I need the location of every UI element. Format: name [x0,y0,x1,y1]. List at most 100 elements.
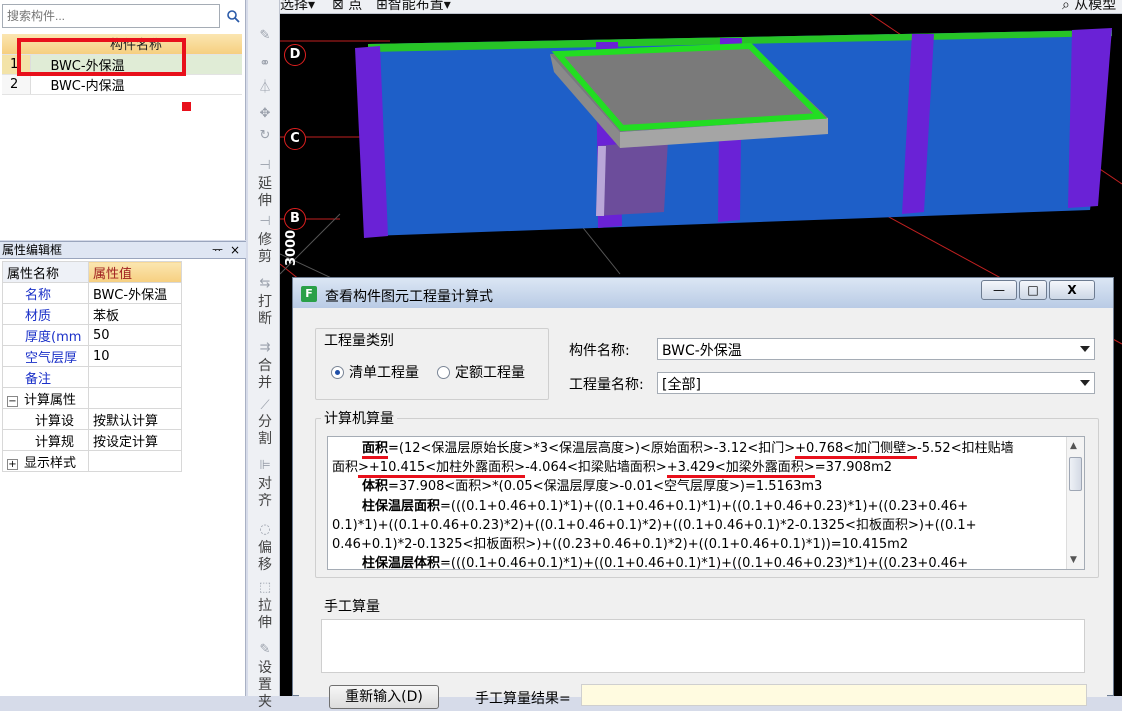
table-row[interactable]: 2 BWC-内保温 [2,74,242,95]
chevron-down-icon [1080,380,1090,386]
scroll-down-icon[interactable]: ▼ [1070,555,1077,565]
property-key: 名称 [2,282,89,304]
search-icon [227,10,240,23]
dialog-title: 查看构件图元工程量计算式 [325,289,493,305]
trim-button[interactable]: 修剪 [252,232,278,266]
formula-text: 面积=(12<保温层原始长度>*3<保温层高度>)<原始面积>-3.12<扣门>… [332,441,1014,570]
property-key: 备注 [2,366,89,388]
property-row[interactable]: 空气层厚 10 [2,345,182,367]
trim-icon: ⊣ [259,214,271,229]
property-row[interactable]: 备注 [2,366,182,388]
component-name-cell[interactable]: BWC-内保温 [30,74,242,95]
align-icon: ⊫ [259,458,271,473]
group-label: 显示样式 [24,455,77,471]
move-icon[interactable]: ✥ [252,106,278,121]
offset-icon: ◌ [259,522,271,537]
close-icon[interactable]: × [230,242,240,258]
property-name-header: 属性名称 [2,261,89,283]
manual-result-field[interactable] [581,684,1087,706]
component-search-input[interactable] [2,4,220,28]
property-row[interactable]: 材质 苯板 [2,303,182,325]
quantity-formula-dialog: F 查看构件图元工程量计算式 — □ X 工程量类别 清单工程量 定额工程量 构… [292,277,1114,709]
property-value[interactable]: 按设定计算 [88,429,182,451]
collapse-icon[interactable]: − [7,395,18,407]
reinput-button[interactable]: 重新输入(D) [329,685,439,709]
radio-unselected-icon [437,365,450,379]
expand-icon[interactable]: + [7,458,18,470]
property-value[interactable]: 按默认计算 [88,408,182,430]
property-row[interactable]: 计算规 按设定计算 [2,429,182,451]
edit-toolbar: ✎ ⚭ ⏃ ✥ ↻ ⊣ 延伸 ⊣ 修剪 ⇆ 打断 ⇉ 合并 ⟋ 分割 ⊫ 对齐 … [248,0,280,710]
component-name-label: 构件名称: [569,343,630,359]
scroll-up-icon[interactable]: ▲ [1070,441,1077,451]
vertical-scrollbar[interactable]: ▲ ▼ [1066,437,1084,569]
settings-button[interactable]: 设置夹 [252,660,278,711]
top-toolbar: 选择▾ ⊠ 点 ⊞智能布置▾ ⌕ 从模型 [280,0,1122,14]
red-highlight-box [17,38,186,76]
smart-layout-button[interactable]: ⊞智能布置▾ [376,0,451,13]
property-value[interactable]: 10 [88,345,182,367]
manual-formula-input[interactable] [321,619,1085,673]
property-key: 材质 [2,303,89,325]
axis-marker-d: D [284,44,306,66]
offset-button[interactable]: 偏移 [252,540,278,574]
settings-icon: ✎ [259,642,271,657]
property-value[interactable]: 苯板 [88,303,182,325]
break-icon: ⇆ [259,276,271,291]
brush-icon[interactable]: ✎ [252,28,278,43]
dimension-label: 3000 [284,229,299,266]
close-button[interactable]: X [1049,280,1095,300]
chevron-down-icon [1080,346,1090,352]
radio-bill-quantity[interactable]: 清单工程量 [331,362,419,382]
property-key: 空气层厚 [2,345,89,367]
property-row[interactable]: 名称 BWC-外保温 [2,282,182,304]
formula-text-area[interactable]: 面积=(12<保温层原始长度>*3<保温层高度>)<原始面积>-3.12<扣门>… [327,436,1085,570]
quantity-name-select[interactable]: [全部] [657,372,1095,394]
red-marker [182,102,191,111]
align-button[interactable]: 对齐 [252,476,278,510]
property-panel-header: 属性编辑框 ᅲ × [0,241,246,259]
property-value[interactable] [88,366,182,388]
search-button[interactable] [222,4,244,28]
computer-calc-legend: 计算机算量 [321,408,397,428]
property-key: 计算规 [2,429,89,451]
radio-quota-quantity[interactable]: 定额工程量 [437,362,525,382]
property-value-header: 属性值 [88,261,182,283]
group-label: 计算属性 [24,392,77,408]
radio-selected-icon [331,365,344,379]
component-name-select[interactable]: BWC-外保温 [657,338,1095,360]
split-button[interactable]: 分割 [252,414,278,448]
merge-button[interactable]: 合并 [252,358,278,392]
minimize-button[interactable]: — [981,280,1017,300]
extend-button[interactable]: 延伸 [252,176,278,210]
property-row[interactable]: 计算设 按默认计算 [2,408,182,430]
property-group-row[interactable]: − 计算属性 [2,387,182,409]
property-value[interactable]: 50 [88,324,182,346]
property-group-row[interactable]: + 显示样式 [2,450,182,472]
property-panel-title: 属性编辑框 [2,243,63,257]
select-button[interactable]: 选择▾ [280,0,315,13]
mirror-icon[interactable]: ⏃ [252,80,278,95]
app-icon: F [301,286,317,302]
row-index: 2 [2,74,31,95]
pin-icon[interactable]: ᅲ [212,242,223,258]
dialog-title-bar[interactable]: F 查看构件图元工程量计算式 — □ X [293,278,1113,308]
manual-calc-legend: 手工算量 [321,596,383,616]
point-button[interactable]: ⊠ 点 [332,0,362,13]
property-value[interactable]: BWC-外保温 [88,282,182,304]
property-key: 计算设 [2,408,89,430]
component-list-panel: 构件名称 1 BWC-外保温 2 BWC-内保温 [0,0,246,240]
axis-marker-b: B [284,208,306,230]
maximize-button[interactable]: □ [1019,280,1047,300]
scrollbar-thumb[interactable] [1069,457,1082,491]
manual-result-label: 手工算量结果= [475,691,571,707]
break-button[interactable]: 打断 [252,294,278,328]
stretch-button[interactable]: 拉伸 [252,598,278,632]
property-panel: 属性名称 属性值 名称 BWC-外保温 材质 苯板 厚度(mm 50 空气层厚 10 备… [0,259,246,696]
rotate-icon[interactable]: ↻ [252,128,278,143]
property-row[interactable]: 厚度(mm 50 [2,324,182,346]
from-model-button[interactable]: ⌕ 从模型 [1062,0,1116,13]
property-key: 厚度(mm [2,324,89,346]
split-icon: ⟋ [260,398,270,413]
copy-icon[interactable]: ⚭ [252,56,278,71]
